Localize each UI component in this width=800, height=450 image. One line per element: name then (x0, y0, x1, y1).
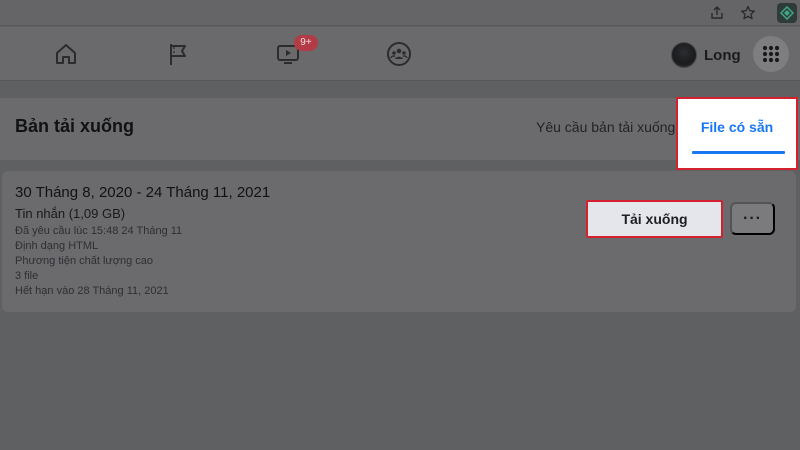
file-type-size: Tin nhắn (1,09 GB) (15, 206, 126, 221)
file-count: 3 file (15, 270, 39, 282)
pages-flag-icon[interactable] (164, 40, 192, 68)
file-date-range: 30 Tháng 8, 2020 - 24 Tháng 11, 2021 (15, 184, 271, 201)
profile-name: Long (704, 46, 741, 64)
menu-grid-icon[interactable] (753, 36, 789, 72)
avatar (671, 42, 697, 68)
file-format: Định dạng HTML (15, 240, 99, 252)
star-icon[interactable] (739, 4, 757, 22)
download-button[interactable]: Tải xuống (586, 200, 723, 238)
share-icon[interactable] (708, 4, 726, 22)
profile-shortcut[interactable]: Long (671, 41, 741, 69)
download-file-card: 30 Tháng 8, 2020 - 24 Tháng 11, 2021 Tin… (2, 171, 796, 312)
tab-available-files[interactable]: File có sẵn (676, 97, 798, 170)
home-icon[interactable] (52, 40, 80, 68)
more-options-button[interactable]: ··· (730, 202, 775, 235)
tab-available-files-label: File có sẵn (700, 119, 774, 135)
browser-toolbar (0, 0, 800, 26)
tab-request-download[interactable]: Yêu cầu bản tải xuống (536, 119, 675, 135)
expiry-date: Hết hạn vào 28 Tháng 11, 2021 (15, 285, 169, 297)
page-title: Bản tải xuống (15, 116, 135, 136)
watch-notification-badge: 9+ (294, 35, 318, 51)
top-navigation: 9+ Long (0, 27, 800, 81)
active-tab-indicator (692, 151, 785, 154)
extension-icon[interactable] (777, 3, 797, 23)
requested-time: Đã yêu cầu lúc 15:48 24 Tháng 11 (15, 225, 183, 237)
groups-icon[interactable] (385, 40, 413, 68)
media-quality: Phương tiện chất lượng cao (15, 255, 154, 267)
